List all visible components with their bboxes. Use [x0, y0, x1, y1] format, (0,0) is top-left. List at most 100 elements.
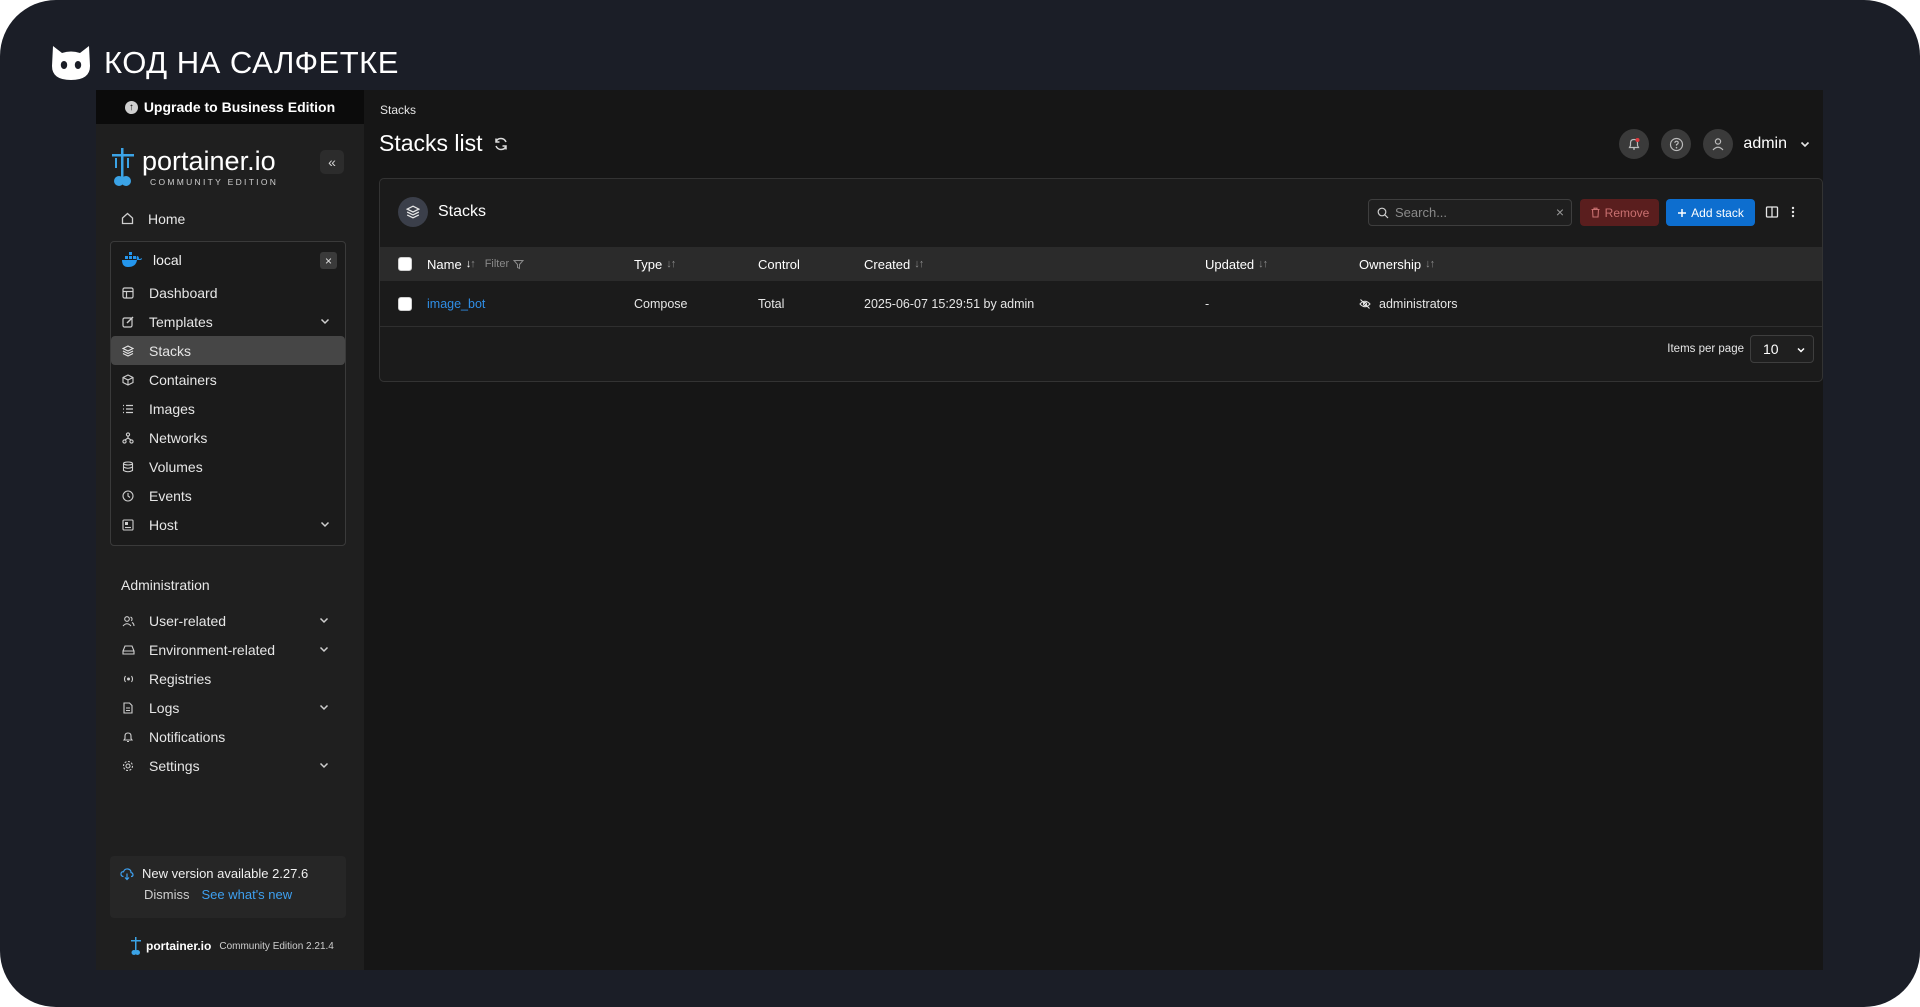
filter-label[interactable]: Filter	[485, 258, 509, 270]
sidebar-item-environment-related[interactable]: Environment-related	[96, 635, 364, 664]
network-icon	[121, 431, 135, 445]
clear-search-icon[interactable]: ×	[1556, 204, 1564, 220]
arrow-up-circle-icon: ↑	[124, 100, 138, 114]
row-select-cell	[398, 281, 412, 326]
remove-button[interactable]: Remove	[1580, 199, 1659, 226]
stack-updated-cell: -	[1205, 296, 1210, 311]
filter-icon[interactable]	[513, 259, 525, 270]
sidebar-item-volumes[interactable]: Volumes	[111, 452, 345, 481]
environment-header[interactable]: local ×	[111, 242, 345, 278]
sidebar-item-stacks[interactable]: Stacks	[111, 336, 345, 365]
sidebar-item-home[interactable]: Home	[96, 204, 364, 233]
table-row[interactable]: image_bot Compose Total 2025-06-07 15:29…	[380, 281, 1822, 327]
layers-icon	[398, 197, 428, 227]
column-header-control: Control	[758, 247, 800, 281]
sidebar-item-label: Dashboard	[149, 284, 218, 301]
sidebar-item-label: Logs	[149, 699, 180, 716]
box-icon	[121, 373, 135, 387]
sidebar: ↑ Upgrade to Business Edition portainer.…	[96, 90, 364, 970]
chevron-down-icon	[319, 646, 329, 653]
column-type-label: Type	[634, 256, 663, 272]
sidebar-item-images[interactable]: Images	[111, 394, 345, 423]
column-header-name[interactable]: Name ↓↑ Filter	[427, 247, 525, 281]
stack-type-cell: Compose	[634, 296, 688, 311]
update-text: New version available 2.27.6	[142, 866, 309, 881]
column-created-label: Created	[864, 256, 911, 272]
sidebar-item-events[interactable]: Events	[111, 481, 345, 510]
row-checkbox[interactable]	[398, 296, 412, 311]
sidebar-item-host[interactable]: Host	[111, 510, 345, 539]
stack-ownership-cell: administrators	[1359, 281, 1458, 326]
edit-icon	[121, 315, 135, 329]
sidebar-item-dashboard[interactable]: Dashboard	[111, 278, 345, 307]
items-per-page-value: 10	[1763, 341, 1779, 357]
search-icon	[1377, 207, 1389, 218]
columns-icon[interactable]	[1765, 205, 1779, 219]
sidebar-item-settings[interactable]: Settings	[96, 751, 364, 780]
user-name[interactable]: admin	[1743, 135, 1787, 153]
stack-name-cell: image_bot	[427, 281, 485, 326]
sidebar-item-notifications[interactable]: Notifications	[96, 722, 364, 751]
eye-off-icon	[1359, 298, 1371, 309]
chevron-down-icon	[320, 521, 330, 528]
database-icon	[121, 460, 135, 474]
sidebar-item-label: Environment-related	[149, 641, 276, 658]
sidebar-item-templates[interactable]: Templates	[111, 307, 345, 336]
drive-icon	[121, 643, 135, 657]
sidebar-item-containers[interactable]: Containers	[111, 365, 345, 394]
refresh-icon[interactable]	[493, 136, 509, 152]
help-button[interactable]	[1661, 129, 1692, 159]
sidebar-item-registries[interactable]: Registries	[96, 664, 364, 693]
sidebar-item-label: Settings	[149, 757, 200, 774]
items-per-page-select[interactable]: 10	[1750, 335, 1814, 363]
add-stack-button[interactable]: Add stack	[1666, 199, 1755, 226]
chevron-down-icon	[319, 704, 329, 711]
chevron-down-icon[interactable]	[1799, 138, 1811, 150]
close-environment-button[interactable]: ×	[320, 252, 337, 269]
column-header-ownership[interactable]: Ownership ↓↑	[1359, 247, 1435, 281]
user-avatar[interactable]	[1703, 129, 1734, 159]
sidebar-item-logs[interactable]: Logs	[96, 693, 364, 722]
header-actions: admin	[1619, 129, 1811, 159]
search-box: ×	[1368, 199, 1572, 226]
column-header-created[interactable]: Created ↓↑	[864, 247, 924, 281]
breadcrumb[interactable]: Stacks	[380, 103, 416, 117]
sidebar-item-label: Notifications	[149, 728, 226, 745]
upgrade-label: Upgrade to Business Edition	[143, 99, 336, 115]
cloud-download-icon	[120, 867, 134, 880]
clock-icon	[121, 489, 135, 503]
sidebar-item-user-related[interactable]: User-related	[96, 606, 364, 635]
environment-section: local × Dashboard Templates Stacks Conta…	[110, 241, 346, 546]
select-all-cell	[398, 247, 412, 281]
column-header-updated[interactable]: Updated ↓↑	[1205, 247, 1268, 281]
more-vertical-icon[interactable]	[1790, 204, 1796, 220]
panel-title: Stacks	[398, 197, 486, 227]
portainer-logo[interactable]: portainer.io COMMUNITY EDITION «	[96, 138, 364, 196]
portainer-crane-icon	[131, 937, 141, 955]
portainer-crane-icon	[112, 148, 134, 186]
user-icon	[1712, 138, 1724, 151]
presentation-frame: КОД НА САЛФЕТКЕ ↑ Upgrade to Business Ed…	[0, 0, 1920, 1007]
stack-name-link[interactable]: image_bot	[427, 297, 485, 311]
host-icon	[121, 518, 135, 532]
radio-icon	[121, 672, 135, 686]
dismiss-link[interactable]: Dismiss	[144, 887, 190, 902]
notifications-button[interactable]	[1619, 129, 1650, 159]
column-header-type[interactable]: Type ↓↑	[634, 247, 676, 281]
close-icon: ×	[324, 253, 332, 268]
panel-header: Stacks × Remove Add stack	[380, 179, 1822, 247]
upgrade-banner[interactable]: ↑ Upgrade to Business Edition	[96, 90, 364, 124]
help-circle-icon	[1669, 137, 1684, 151]
administration-menu: User-related Environment-related Registr…	[96, 606, 364, 780]
bell-icon	[1628, 138, 1640, 150]
whats-new-link[interactable]: See what's new	[202, 887, 293, 902]
users-icon	[121, 614, 135, 628]
sidebar-item-label: Events	[149, 487, 192, 504]
stacks-panel: Stacks × Remove Add stack	[379, 178, 1823, 382]
home-icon	[120, 212, 134, 226]
sidebar-item-networks[interactable]: Networks	[111, 423, 345, 452]
list-icon	[121, 402, 135, 416]
select-all-checkbox[interactable]	[398, 257, 412, 271]
collapse-sidebar-button[interactable]: «	[320, 150, 344, 174]
search-input[interactable]	[1395, 205, 1545, 220]
